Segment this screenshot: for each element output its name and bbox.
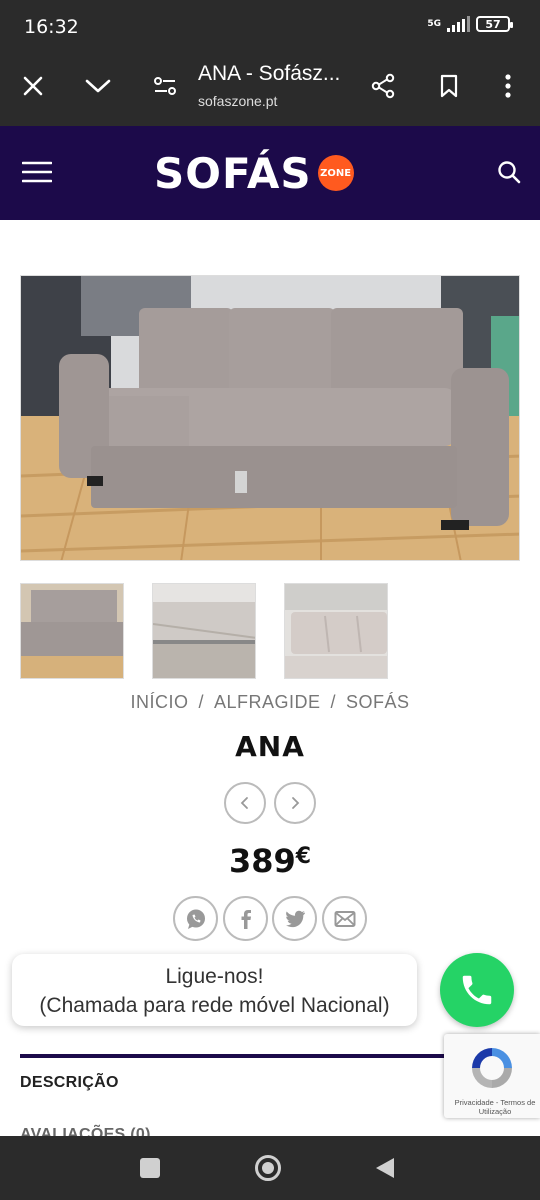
browser-toolbar: ANA - Sofász... sofaszone.pt (0, 52, 540, 126)
recaptcha-links: Privacidade - Termos de Utilização (454, 1098, 536, 1116)
battery-level: 57 (485, 17, 501, 31)
search-icon[interactable] (497, 160, 521, 189)
product-price: 389€ (0, 842, 540, 880)
share-icon[interactable] (363, 66, 403, 106)
bookmark-icon[interactable] (429, 66, 469, 106)
site-logo[interactable]: SOFÁS ZONE (154, 148, 354, 198)
status-bar: 16:32 5G 57 (0, 0, 540, 52)
phone-icon (462, 975, 492, 1005)
previous-product-button[interactable] (224, 782, 266, 824)
product-thumbnail-2[interactable] (152, 583, 256, 679)
system-navigation-bar (0, 1136, 540, 1200)
recaptcha-privacy-link[interactable]: Privacidade (455, 1098, 494, 1107)
recents-icon[interactable] (140, 1158, 160, 1178)
call-button[interactable] (440, 953, 514, 1027)
network-type: 5G (427, 18, 441, 29)
facebook-icon (241, 909, 251, 929)
status-indicators: 5G 57 (427, 16, 513, 32)
menu-icon[interactable] (21, 160, 53, 189)
home-icon[interactable] (255, 1155, 281, 1181)
product-title: ANA (235, 730, 305, 763)
logo-badge: ZONE (317, 155, 354, 191)
more-icon[interactable] (488, 66, 528, 106)
whatsapp-icon (186, 909, 205, 929)
breadcrumb-store[interactable]: ALFRAGIDE (214, 692, 321, 712)
product-thumbnail-3[interactable] (284, 583, 388, 679)
close-icon[interactable] (13, 66, 53, 106)
email-icon (334, 910, 355, 927)
chevron-down-icon[interactable] (78, 66, 118, 106)
site-settings-icon[interactable] (145, 66, 185, 106)
call-us-subtitle: (Chamada para rede móvel Nacional) (39, 994, 390, 1017)
breadcrumb: INÍCIO / ALFRAGIDE / SOFÁS (0, 692, 540, 713)
share-email-button[interactable] (322, 896, 367, 941)
back-icon[interactable] (374, 1156, 396, 1185)
share-facebook-button[interactable] (223, 896, 268, 941)
signal-icon (447, 16, 470, 32)
twitter-icon (285, 910, 305, 927)
product-main-image[interactable] (20, 275, 520, 561)
share-twitter-button[interactable] (272, 896, 317, 941)
status-time: 16:32 (24, 16, 79, 38)
breadcrumb-category[interactable]: SOFÁS (346, 692, 410, 712)
site-header: SOFÁS ZONE (0, 126, 540, 220)
logo-text: SOFÁS (154, 148, 312, 198)
next-product-button[interactable] (274, 782, 316, 824)
call-us-bubble[interactable]: Ligue-nos! (Chamada para rede móvel Naci… (12, 954, 417, 1026)
tab-description[interactable]: DESCRIÇÃO (20, 1074, 119, 1092)
recaptcha-badge[interactable]: Privacidade - Termos de Utilização (444, 1034, 540, 1118)
call-us-title: Ligue-nos! (165, 965, 264, 988)
share-whatsapp-button[interactable] (173, 896, 218, 941)
chevron-left-icon (240, 797, 248, 809)
battery-icon: 57 (476, 16, 513, 32)
tab-active-indicator (20, 1054, 450, 1058)
recaptcha-icon (472, 1048, 512, 1088)
price-amount: 389 (228, 842, 296, 880)
breadcrumb-home[interactable]: INÍCIO (130, 692, 188, 712)
page-url[interactable]: sofaszone.pt (198, 93, 277, 109)
chevron-right-icon (292, 797, 300, 809)
product-thumbnail-1[interactable] (20, 583, 124, 679)
page-title[interactable]: ANA - Sofász... (198, 62, 340, 86)
price-currency: € (295, 844, 312, 869)
breadcrumb-separator: / (198, 692, 204, 712)
breadcrumb-separator: / (330, 692, 337, 712)
